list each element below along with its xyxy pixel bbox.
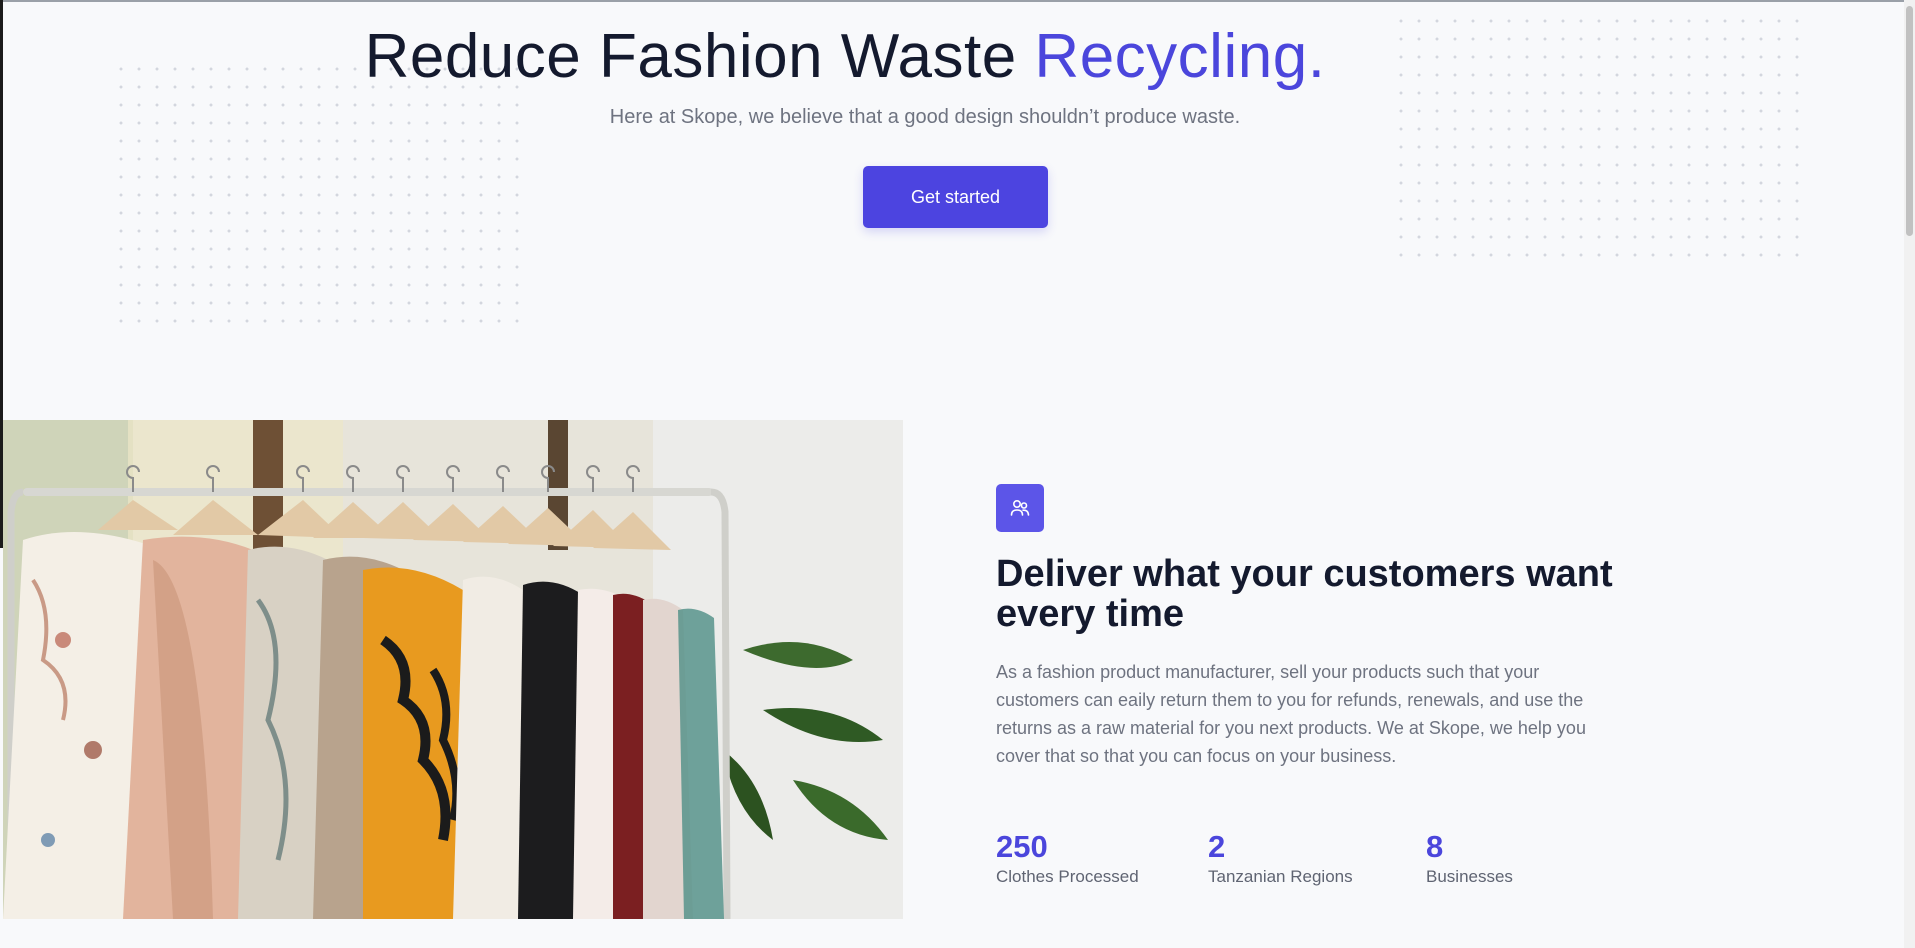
clothing-rack-illustration — [3, 420, 903, 919]
dot-pattern-left — [112, 60, 522, 330]
window-top-border — [0, 0, 1915, 2]
stat-label: Tanzanian Regions — [1208, 867, 1353, 886]
stat-value: 8 — [1426, 829, 1444, 864]
stat-label: Businesses — [1426, 867, 1513, 886]
feature-title: Deliver what your customers want every t… — [996, 553, 1613, 635]
stat-value: 2 — [1208, 829, 1226, 864]
hero-subtitle: Here at Skope, we believe that a good de… — [609, 106, 1241, 128]
users-icon-badge — [996, 484, 1044, 532]
users-icon — [1010, 500, 1030, 516]
hero-title-main: Reduce Fashion Waste — [364, 22, 1035, 91]
stat-value: 250 — [996, 829, 1048, 864]
hero-title-accent: Recycling. — [1034, 22, 1326, 91]
stat-label: Clothes Processed — [996, 867, 1139, 886]
hero-title: Reduce Fashion Waste Recycling. — [0, 18, 1690, 96]
scrollbar-thumb[interactable] — [1906, 6, 1913, 236]
clothing-rack-image — [3, 420, 903, 919]
stat-clothes-processed: 250 Clothes Processed — [996, 828, 1139, 888]
feature-description: As a fashion product manufacturer, sell … — [996, 662, 1586, 766]
stat-businesses: 8 Businesses — [1426, 828, 1513, 888]
get-started-button[interactable]: Get started — [863, 166, 1048, 228]
stat-tanzanian-regions: 2 Tanzanian Regions — [1208, 828, 1353, 888]
